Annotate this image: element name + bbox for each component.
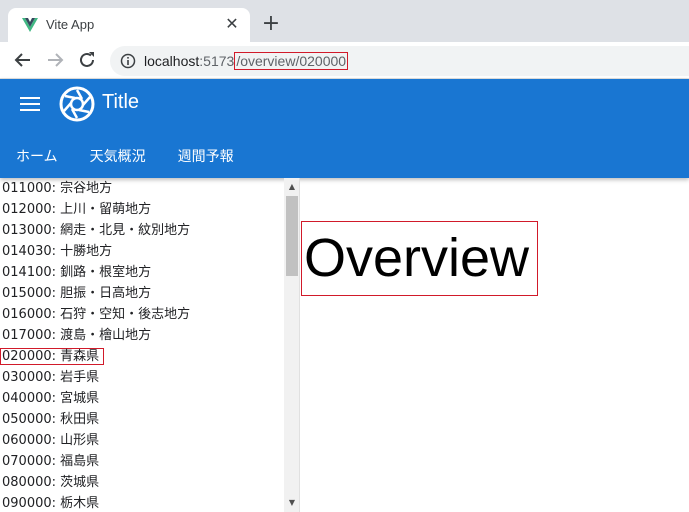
- vite-vue-icon: [22, 18, 38, 32]
- region-label: 011000: 宗谷地方: [2, 181, 113, 196]
- menu-icon[interactable]: [20, 97, 40, 113]
- region-label: 040000: 宮城県: [2, 391, 100, 406]
- region-label: 090000: 栃木県: [2, 496, 100, 511]
- back-arrow-icon[interactable]: [12, 49, 34, 71]
- region-name: 福島県: [60, 454, 100, 469]
- browser-toolbar: localhost:5173/overview/020000: [0, 42, 689, 79]
- region-name: 茨城県: [60, 475, 100, 490]
- region-name: 宮城県: [60, 391, 100, 406]
- app-header: Title ホーム 天気概況 週間予報: [0, 79, 689, 178]
- region-name: 栃木県: [60, 496, 100, 511]
- new-tab-icon[interactable]: +: [260, 13, 282, 35]
- address-bar[interactable]: localhost:5173/overview/020000: [110, 46, 689, 76]
- region-label: 014030: 十勝地方: [2, 244, 113, 259]
- region-code: 090000: [2, 496, 52, 511]
- app-title: Title: [102, 91, 140, 113]
- region-name: 上川・留萌地方: [60, 202, 152, 217]
- tab-home[interactable]: ホーム: [0, 137, 74, 173]
- region-code: 012000: [2, 202, 52, 217]
- url-port: :5173: [199, 53, 235, 69]
- scroll-down-icon[interactable]: ▼: [284, 496, 299, 510]
- region-list-item[interactable]: 080000: 茨城県: [0, 472, 284, 493]
- region-list-item[interactable]: 050000: 秋田県: [0, 409, 284, 430]
- url-path: /overview/020000: [234, 52, 349, 70]
- region-list-item[interactable]: 060000: 山形県: [0, 430, 284, 451]
- tab-title: Vite App: [46, 17, 95, 32]
- browser-tab-bar: Vite App ✕ +: [0, 0, 689, 42]
- url-host: localhost: [144, 53, 200, 69]
- region-name: 青森県: [60, 349, 100, 364]
- region-code: 060000: [2, 433, 52, 448]
- aperture-logo-icon: [59, 86, 95, 122]
- region-list-item[interactable]: 020000: 青森県: [0, 346, 284, 367]
- region-label: 017000: 渡島・檜山地方: [2, 328, 152, 343]
- scroll-thumb[interactable]: [286, 196, 298, 276]
- region-label: 080000: 茨城県: [2, 475, 100, 490]
- region-label: 012000: 上川・留萌地方: [2, 202, 152, 217]
- browser-tab[interactable]: Vite App ✕: [8, 8, 250, 42]
- region-list-item[interactable]: 012000: 上川・留萌地方: [0, 199, 284, 220]
- forward-arrow-icon[interactable]: [44, 49, 66, 71]
- region-label: 015000: 胆振・日高地方: [2, 286, 152, 301]
- region-label: 030000: 岩手県: [2, 370, 100, 385]
- region-list-item[interactable]: 040000: 宮城県: [0, 388, 284, 409]
- region-code: 030000: [2, 370, 52, 385]
- region-name: 秋田県: [60, 412, 100, 427]
- region-name: 岩手県: [60, 370, 100, 385]
- region-code: 013000: [2, 223, 52, 238]
- close-tab-icon[interactable]: ✕: [222, 14, 242, 34]
- region-list-item[interactable]: 016000: 石狩・空知・後志地方: [0, 304, 284, 325]
- region-name: 渡島・檜山地方: [60, 328, 152, 343]
- region-code: 080000: [2, 475, 52, 490]
- region-list-item[interactable]: 011000: 宗谷地方: [0, 178, 284, 199]
- region-code: 020000: [2, 349, 52, 364]
- scroll-up-icon[interactable]: ▲: [284, 180, 299, 194]
- region-name: 石狩・空知・後志地方: [60, 307, 191, 322]
- sidebar-scrollbar[interactable]: ▲ ▼: [284, 178, 299, 512]
- region-name: 網走・北見・紋別地方: [60, 223, 191, 238]
- region-name: 胆振・日高地方: [60, 286, 152, 301]
- region-code: 015000: [2, 286, 52, 301]
- region-label: 016000: 石狩・空知・後志地方: [2, 307, 191, 322]
- page-heading: Overview: [301, 221, 539, 296]
- region-code: 014100: [2, 265, 52, 280]
- region-list-item[interactable]: 015000: 胆振・日高地方: [0, 283, 284, 304]
- region-list-item[interactable]: 030000: 岩手県: [0, 367, 284, 388]
- tab-weekly-forecast[interactable]: 週間予報: [162, 137, 250, 173]
- region-label: 070000: 福島県: [2, 454, 100, 469]
- region-label: 020000: 青森県: [0, 348, 105, 365]
- region-code: 070000: [2, 454, 52, 469]
- region-list: 011000: 宗谷地方 012000: 上川・留萌地方 013000: 網走・北見…: [0, 178, 284, 512]
- region-label: 013000: 網走・北見・紋別地方: [2, 223, 191, 238]
- region-label: 014100: 釧路・根室地方: [2, 265, 152, 280]
- info-icon[interactable]: [120, 53, 136, 69]
- region-list-item[interactable]: 070000: 福島県: [0, 451, 284, 472]
- region-name: 釧路・根室地方: [60, 265, 152, 280]
- region-code: 040000: [2, 391, 52, 406]
- region-label: 060000: 山形県: [2, 433, 100, 448]
- region-code: 016000: [2, 307, 52, 322]
- main-panel: Overview: [301, 178, 689, 512]
- region-name: 宗谷地方: [60, 181, 113, 196]
- url-text[interactable]: localhost:5173/overview/020000: [144, 52, 349, 70]
- region-list-item[interactable]: 017000: 渡島・檜山地方: [0, 325, 284, 346]
- region-sidebar: 011000: 宗谷地方 012000: 上川・留萌地方 013000: 網走・北見…: [0, 178, 300, 512]
- nav-tabs: ホーム 天気概況 週間予報: [0, 137, 250, 173]
- region-list-item[interactable]: 090000: 栃木県: [0, 493, 284, 512]
- region-code: 050000: [2, 412, 52, 427]
- region-code: 017000: [2, 328, 52, 343]
- region-list-item[interactable]: 013000: 網走・北見・紋別地方: [0, 220, 284, 241]
- reload-icon[interactable]: [76, 49, 98, 71]
- content-area: 011000: 宗谷地方 012000: 上川・留萌地方 013000: 網走・北見…: [0, 178, 689, 512]
- region-list-item[interactable]: 014030: 十勝地方: [0, 241, 284, 262]
- region-code: 011000: [2, 181, 52, 196]
- region-name: 十勝地方: [60, 244, 113, 259]
- tab-weather-overview[interactable]: 天気概況: [74, 137, 162, 173]
- region-name: 山形県: [60, 433, 100, 448]
- region-list-item[interactable]: 014100: 釧路・根室地方: [0, 262, 284, 283]
- region-label: 050000: 秋田県: [2, 412, 100, 427]
- region-code: 014030: [2, 244, 52, 259]
